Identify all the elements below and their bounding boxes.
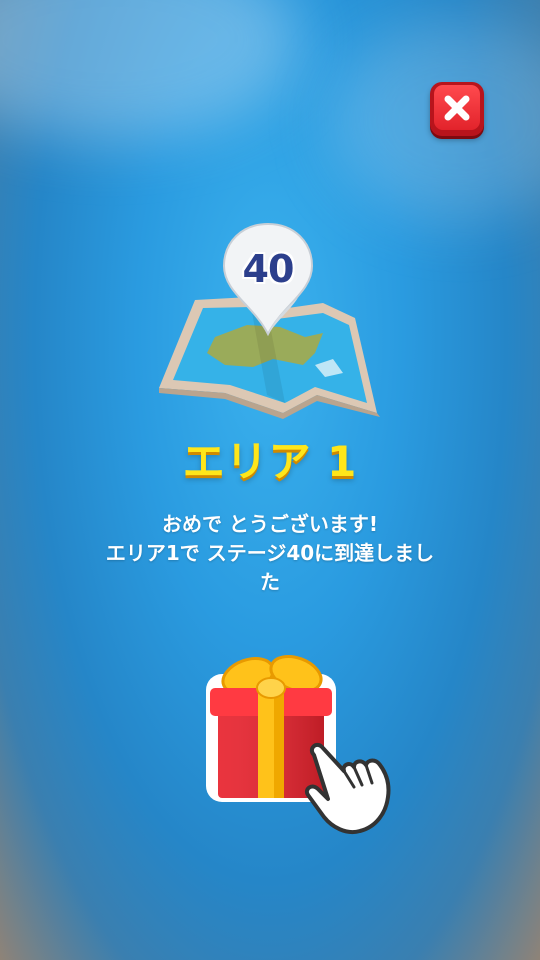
area-title: エリア 1 — [182, 437, 358, 486]
close-button[interactable] — [430, 82, 484, 136]
pointing-hand-icon — [305, 742, 391, 834]
message-line: エリア1で ステージ40に到達しまし — [105, 541, 435, 565]
message-line: おめで とうございます! — [161, 512, 379, 536]
close-icon — [444, 95, 470, 120]
message-line: た — [260, 570, 280, 594]
congratulations-message: おめで とうございます! エリア1で ステージ40に到達しまし た — [60, 510, 480, 597]
stage-number: 40 — [242, 247, 295, 291]
area-map-illustration: 40 — [155, 222, 385, 425]
reward-gift-button[interactable] — [200, 640, 410, 840]
